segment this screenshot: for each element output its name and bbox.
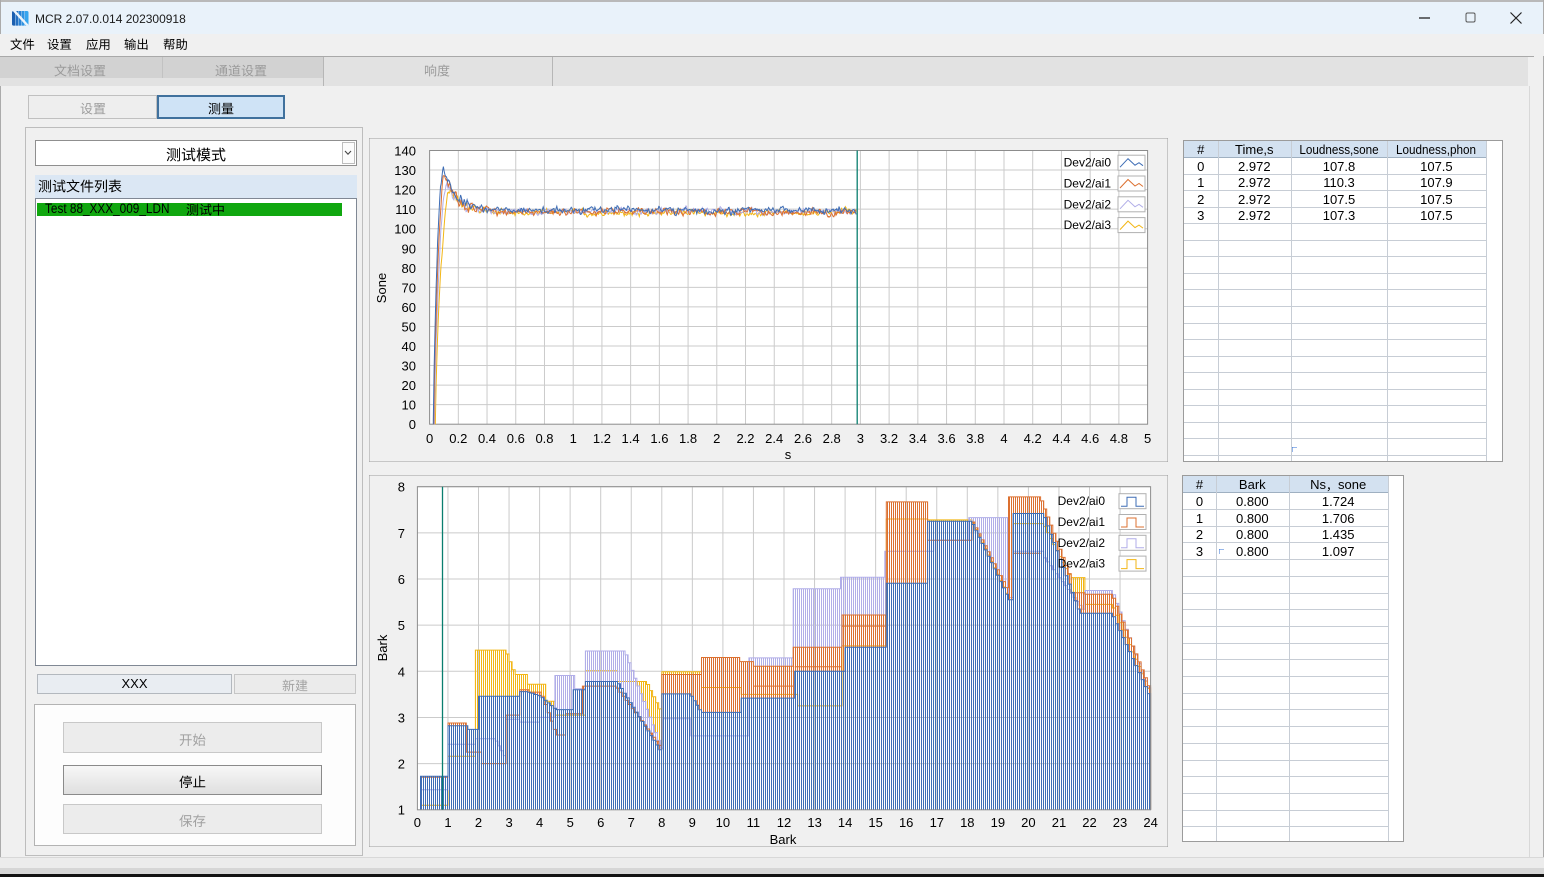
svg-text:12: 12 bbox=[777, 815, 791, 830]
svg-text:0.2: 0.2 bbox=[449, 431, 467, 446]
svg-text:140: 140 bbox=[394, 144, 416, 159]
svg-text:70: 70 bbox=[402, 280, 416, 295]
svg-text:0.4: 0.4 bbox=[478, 431, 496, 446]
svg-text:1.8: 1.8 bbox=[679, 431, 697, 446]
svg-text:0.6: 0.6 bbox=[507, 431, 525, 446]
svg-text:7: 7 bbox=[628, 815, 635, 830]
svg-text:3.2: 3.2 bbox=[880, 431, 898, 446]
svg-text:1.6: 1.6 bbox=[650, 431, 668, 446]
svg-text:Sone: Sone bbox=[374, 273, 389, 303]
svg-text:1.2: 1.2 bbox=[593, 431, 611, 446]
svg-text:18: 18 bbox=[960, 815, 974, 830]
svg-text:13: 13 bbox=[807, 815, 821, 830]
svg-text:10: 10 bbox=[716, 815, 730, 830]
svg-text:0: 0 bbox=[414, 815, 421, 830]
svg-text:3.6: 3.6 bbox=[938, 431, 956, 446]
svg-text:Dev2/ai0: Dev2/ai0 bbox=[1064, 156, 1112, 170]
svg-text:10: 10 bbox=[402, 398, 416, 413]
svg-text:24: 24 bbox=[1143, 815, 1157, 830]
svg-text:60: 60 bbox=[402, 300, 416, 315]
svg-text:20: 20 bbox=[1021, 815, 1035, 830]
svg-text:90: 90 bbox=[402, 241, 416, 256]
svg-text:0.8: 0.8 bbox=[535, 431, 553, 446]
svg-text:4.8: 4.8 bbox=[1110, 431, 1128, 446]
svg-text:2.2: 2.2 bbox=[736, 431, 754, 446]
svg-text:3: 3 bbox=[857, 431, 864, 446]
svg-text:Bark: Bark bbox=[770, 832, 797, 847]
svg-text:19: 19 bbox=[991, 815, 1005, 830]
svg-text:Dev2/ai0: Dev2/ai0 bbox=[1058, 494, 1106, 508]
svg-text:15: 15 bbox=[868, 815, 882, 830]
svg-text:8: 8 bbox=[658, 815, 665, 830]
svg-text:80: 80 bbox=[402, 261, 416, 276]
svg-text:50: 50 bbox=[402, 319, 416, 334]
svg-text:130: 130 bbox=[394, 163, 416, 178]
svg-text:1.4: 1.4 bbox=[622, 431, 640, 446]
svg-text:16: 16 bbox=[899, 815, 913, 830]
svg-text:Dev2/ai3: Dev2/ai3 bbox=[1058, 557, 1106, 571]
svg-text:2.8: 2.8 bbox=[823, 431, 841, 446]
svg-text:8: 8 bbox=[398, 480, 405, 495]
svg-text:20: 20 bbox=[402, 378, 416, 393]
svg-text:Dev2/ai2: Dev2/ai2 bbox=[1058, 536, 1106, 550]
svg-text:2: 2 bbox=[398, 757, 405, 772]
svg-text:7: 7 bbox=[398, 526, 405, 541]
svg-text:23: 23 bbox=[1113, 815, 1127, 830]
svg-text:9: 9 bbox=[689, 815, 696, 830]
svg-text:17: 17 bbox=[930, 815, 944, 830]
svg-text:Bark: Bark bbox=[375, 634, 390, 661]
svg-text:1: 1 bbox=[570, 431, 577, 446]
svg-text:4.4: 4.4 bbox=[1052, 431, 1070, 446]
svg-text:5: 5 bbox=[398, 618, 405, 633]
svg-text:4.2: 4.2 bbox=[1024, 431, 1042, 446]
svg-text:6: 6 bbox=[597, 815, 604, 830]
svg-text:s: s bbox=[785, 447, 792, 462]
svg-text:2: 2 bbox=[475, 815, 482, 830]
svg-text:1: 1 bbox=[444, 815, 451, 830]
svg-text:4: 4 bbox=[536, 815, 543, 830]
svg-text:2.4: 2.4 bbox=[765, 431, 783, 446]
svg-text:4: 4 bbox=[1000, 431, 1007, 446]
svg-text:40: 40 bbox=[402, 339, 416, 354]
svg-text:21: 21 bbox=[1052, 815, 1066, 830]
svg-text:Dev2/ai2: Dev2/ai2 bbox=[1064, 197, 1112, 211]
svg-text:110: 110 bbox=[395, 202, 416, 217]
svg-text:3.4: 3.4 bbox=[909, 431, 927, 446]
svg-text:3.8: 3.8 bbox=[966, 431, 984, 446]
svg-text:6: 6 bbox=[398, 572, 405, 587]
svg-text:120: 120 bbox=[394, 183, 416, 198]
svg-text:5: 5 bbox=[1144, 431, 1151, 446]
svg-text:2.6: 2.6 bbox=[794, 431, 812, 446]
svg-text:0: 0 bbox=[426, 431, 433, 446]
svg-text:1: 1 bbox=[398, 803, 405, 818]
svg-text:3: 3 bbox=[398, 710, 405, 725]
svg-text:5: 5 bbox=[567, 815, 574, 830]
svg-text:Dev2/ai1: Dev2/ai1 bbox=[1064, 177, 1112, 191]
svg-text:3: 3 bbox=[505, 815, 512, 830]
svg-text:4.6: 4.6 bbox=[1081, 431, 1099, 446]
svg-text:0: 0 bbox=[409, 417, 416, 432]
svg-text:Dev2/ai3: Dev2/ai3 bbox=[1064, 218, 1112, 232]
svg-text:100: 100 bbox=[394, 222, 416, 237]
svg-text:30: 30 bbox=[402, 359, 416, 374]
svg-text:4: 4 bbox=[398, 664, 405, 679]
svg-text:Dev2/ai1: Dev2/ai1 bbox=[1058, 515, 1106, 529]
svg-text:22: 22 bbox=[1082, 815, 1096, 830]
svg-text:14: 14 bbox=[838, 815, 852, 830]
svg-text:11: 11 bbox=[747, 815, 761, 830]
svg-text:2: 2 bbox=[713, 431, 720, 446]
